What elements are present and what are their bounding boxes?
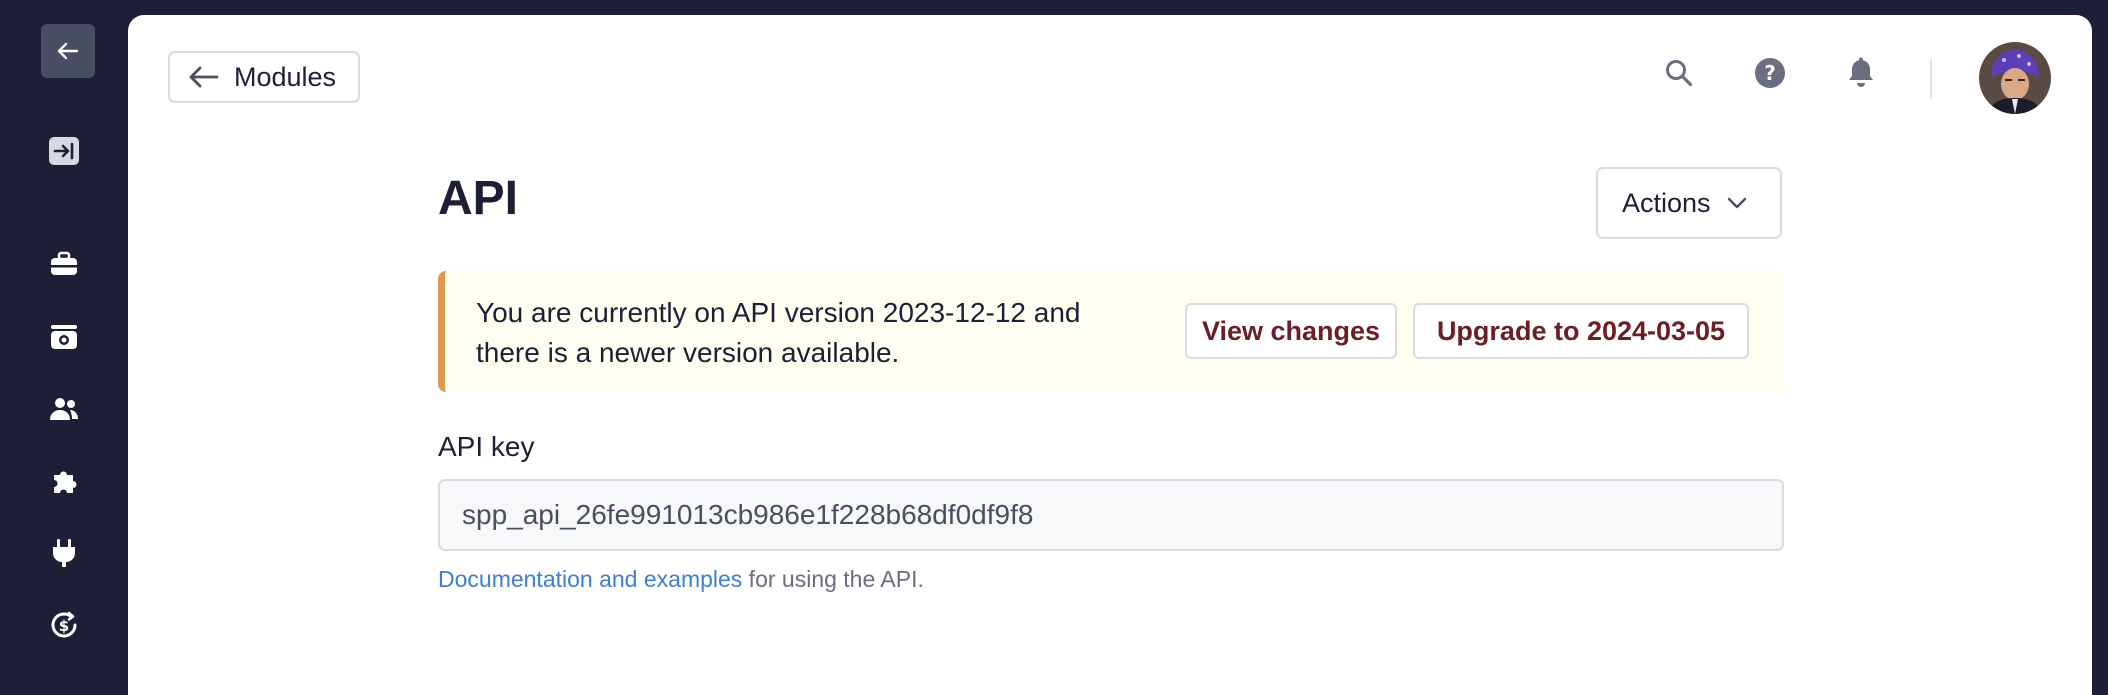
sidebar-item-users[interactable] xyxy=(44,389,84,429)
sidebar-back-button[interactable] xyxy=(41,24,95,78)
plug-icon xyxy=(53,539,75,567)
actions-dropdown[interactable]: Actions xyxy=(1596,167,1782,239)
help-icon: ? xyxy=(1755,58,1785,88)
chevron-down-icon xyxy=(1727,197,1747,209)
api-help-text: Documentation and examples for using the… xyxy=(438,566,924,593)
briefcase-icon xyxy=(51,251,77,275)
main-panel: Modules ? API Actions You are currently … xyxy=(128,15,2092,695)
sidebar-item-integrations[interactable] xyxy=(44,533,84,573)
header-divider xyxy=(1930,59,1932,99)
api-key-label: API key xyxy=(438,431,535,462)
banner-message: You are currently on API version 2023-12… xyxy=(476,297,1081,368)
puzzle-icon xyxy=(54,471,77,493)
svg-text:?: ? xyxy=(1764,61,1776,85)
back-to-modules-button[interactable]: Modules xyxy=(168,51,360,103)
actions-label: Actions xyxy=(1622,187,1711,218)
api-key-field[interactable]: spp_api_26fe991013cb986e1f228b68df0df9f8 xyxy=(438,479,1784,551)
back-arrow-icon xyxy=(57,42,79,60)
sidebar-item-media[interactable] xyxy=(44,317,84,357)
camera-icon xyxy=(51,325,77,349)
help-suffix: for using the API. xyxy=(742,566,924,592)
sidebar: $ xyxy=(0,0,128,676)
bell-icon xyxy=(1849,57,1873,87)
users-icon xyxy=(50,398,78,420)
sidebar-item-billing[interactable]: $ xyxy=(44,605,84,645)
version-warning-banner: You are currently on API version 2023-12… xyxy=(438,271,1784,392)
notifications-button[interactable] xyxy=(1841,53,1881,93)
dollar-cycle-icon: $ xyxy=(51,611,77,638)
documentation-link[interactable]: Documentation and examples xyxy=(438,566,742,592)
sidebar-item-modules[interactable] xyxy=(44,461,84,501)
sidebar-item-projects[interactable] xyxy=(44,244,84,284)
upgrade-version-button[interactable]: Upgrade to 2024-03-05 xyxy=(1413,303,1749,359)
view-changes-button[interactable]: View changes xyxy=(1185,303,1397,359)
page-title: API xyxy=(438,172,519,225)
back-button-label: Modules xyxy=(234,61,337,92)
expand-sidebar-icon xyxy=(49,137,79,165)
user-avatar[interactable] xyxy=(1979,42,2051,114)
search-button[interactable] xyxy=(1659,53,1699,93)
expand-sidebar-button[interactable] xyxy=(44,131,84,171)
svg-text:$: $ xyxy=(59,617,69,635)
arrow-left-icon xyxy=(188,65,220,89)
search-icon xyxy=(1666,60,1693,87)
help-button[interactable]: ? xyxy=(1750,53,1790,93)
